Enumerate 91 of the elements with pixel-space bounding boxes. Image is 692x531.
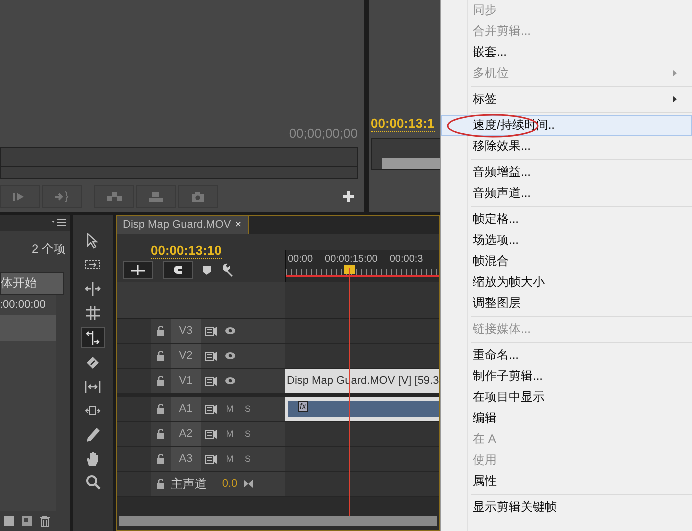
- solo-toggle[interactable]: S: [244, 404, 251, 414]
- panel-menu-icon[interactable]: [52, 219, 66, 227]
- hand-icon[interactable]: [85, 450, 101, 466]
- magnifier-icon[interactable]: [85, 474, 101, 490]
- eye-icon[interactable]: [224, 327, 236, 335]
- time-ruler[interactable]: 00:00 00:00:15:00 00:00:3: [285, 250, 439, 282]
- lock-icon[interactable]: [157, 454, 165, 464]
- wrench-icon[interactable]: [221, 263, 235, 277]
- arrow-cursor-icon[interactable]: [85, 232, 101, 248]
- film-sync-icon[interactable]: [205, 454, 217, 464]
- menu-item[interactable]: 场选项...: [441, 230, 692, 251]
- lock-icon[interactable]: [157, 351, 165, 361]
- menu-item[interactable]: 音频增益...: [441, 162, 692, 183]
- solo-toggle[interactable]: S: [244, 429, 251, 439]
- camera-button[interactable]: [178, 185, 218, 208]
- menu-item[interactable]: 移除效果...: [441, 136, 692, 157]
- cross-arrow-icon: [131, 265, 145, 275]
- menu-item[interactable]: 编辑: [441, 408, 692, 429]
- split-arrows-icon[interactable]: [85, 280, 101, 296]
- ruler-label: 00:00:3: [390, 254, 424, 265]
- mute-toggle[interactable]: M: [226, 404, 234, 414]
- trash-icon[interactable]: [40, 516, 50, 526]
- menu-item[interactable]: 帧定格...: [441, 209, 692, 230]
- track-label[interactable]: A3: [171, 447, 201, 471]
- playhead-marker[interactable]: [344, 265, 355, 274]
- film-sync-icon[interactable]: [205, 376, 217, 386]
- track-label[interactable]: V1: [171, 369, 201, 393]
- ruler-label: 00:00:15:00: [325, 254, 378, 265]
- snap-insert-button[interactable]: [123, 261, 153, 279]
- menu-item[interactable]: 制作子剪辑...: [441, 366, 692, 387]
- sequence-tab[interactable]: Disp Map Guard.MOV ×: [117, 216, 249, 234]
- mute-toggle[interactable]: M: [226, 429, 234, 439]
- lock-icon[interactable]: [157, 326, 165, 336]
- overwrite-button[interactable]: [136, 185, 176, 208]
- horizontal-scrollbar[interactable]: [119, 516, 437, 526]
- track-label[interactable]: A2: [171, 422, 201, 446]
- program-scrub-bar[interactable]: [371, 138, 440, 170]
- lock-icon[interactable]: [157, 429, 165, 439]
- track-label[interactable]: A1: [171, 397, 201, 421]
- source-timecode: 00;00;00;00: [288, 126, 358, 143]
- menu-item[interactable]: 属性: [441, 471, 692, 492]
- menu-item[interactable]: 调整图层: [441, 293, 692, 314]
- step-forward-button[interactable]: [0, 185, 40, 208]
- eye-icon[interactable]: [224, 377, 236, 385]
- magnet-icon: [173, 265, 183, 275]
- bowtie-icon[interactable]: [244, 480, 252, 488]
- menu-item[interactable]: 帧混合: [441, 251, 692, 272]
- master-track-label: 主声道: [171, 476, 207, 492]
- master-volume-value[interactable]: 0.0: [222, 478, 238, 490]
- audio-clip[interactable]: fx: [285, 397, 439, 421]
- playhead-timecode[interactable]: 00:00:13:10: [151, 243, 222, 259]
- double-bar-icon[interactable]: [85, 304, 101, 320]
- lock-icon[interactable]: [157, 376, 165, 386]
- magnet-button[interactable]: [163, 261, 193, 279]
- track-label[interactable]: V2: [171, 344, 201, 368]
- menu-item[interactable]: 缩放为帧大小: [441, 272, 692, 293]
- solo-toggle[interactable]: S: [244, 454, 251, 464]
- film-sync-icon[interactable]: [205, 326, 217, 336]
- fx-badge: fx: [298, 401, 308, 412]
- mute-toggle[interactable]: M: [226, 454, 234, 464]
- lock-icon[interactable]: [157, 479, 165, 489]
- track-label[interactable]: V3: [171, 319, 201, 343]
- menu-item[interactable]: 显示剪辑关键帧: [441, 497, 692, 518]
- film-sync-icon[interactable]: [205, 430, 217, 438]
- menu-item[interactable]: 在项目中显示: [441, 387, 692, 408]
- razor-blade-icon[interactable]: [85, 354, 101, 370]
- camera-icon: [189, 190, 207, 202]
- insert-button[interactable]: [94, 185, 134, 208]
- item-count: 2 个项: [30, 241, 67, 258]
- new-item-icon[interactable]: [22, 516, 32, 526]
- pen-icon[interactable]: [85, 426, 101, 442]
- plus-icon[interactable]: [343, 191, 354, 202]
- menu-item[interactable]: 标签: [441, 89, 692, 110]
- arrow-bracket-button[interactable]: [42, 185, 82, 208]
- menu-item[interactable]: 嵌套...: [441, 42, 692, 63]
- film-sync-icon[interactable]: [205, 352, 217, 360]
- ruler-label: 00:00: [288, 254, 314, 265]
- insert-icon: [105, 190, 123, 202]
- arrow-bracket-icon: [53, 190, 71, 202]
- menu-item[interactable]: 音频声道...: [441, 183, 692, 204]
- bracket-arrows-icon[interactable]: [85, 378, 101, 394]
- menu-item[interactable]: 重命名...: [441, 345, 692, 366]
- lock-icon[interactable]: [157, 404, 165, 414]
- marker-icon[interactable]: [203, 266, 211, 274]
- overwrite-icon: [147, 190, 165, 202]
- film-sync-icon[interactable]: [205, 404, 217, 414]
- eye-icon[interactable]: [224, 352, 236, 360]
- column-header[interactable]: 体开始: [0, 272, 64, 295]
- table-cell: :00:00:00: [0, 295, 56, 315]
- stretch-arrows-icon[interactable]: [85, 330, 101, 346]
- program-timecode: 00:00:13:1: [371, 116, 435, 132]
